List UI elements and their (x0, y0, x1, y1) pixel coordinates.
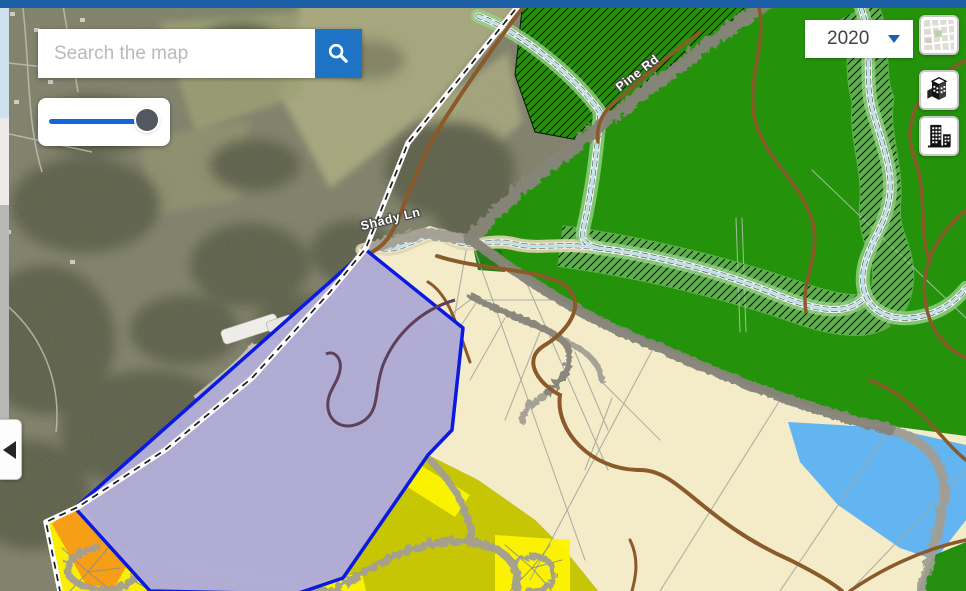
map-canvas[interactable] (0, 0, 966, 591)
map-viewer-app: Pine Rd Shady Ln 2020 (0, 0, 966, 591)
search-bar (38, 29, 362, 78)
basemap-gallery-icon (924, 20, 954, 50)
basemap-gallery-button[interactable] (919, 15, 959, 55)
panel-collapse-button[interactable] (0, 419, 22, 480)
search-input[interactable] (38, 29, 315, 78)
chevron-left-icon (3, 441, 16, 459)
opacity-slider-track[interactable] (49, 119, 150, 124)
collapsed-panel-edge-mid (0, 118, 9, 205)
buildings-button[interactable] (919, 116, 959, 156)
3d-buildings-icon (925, 76, 953, 104)
search-icon (327, 42, 350, 65)
3d-view-button[interactable] (919, 70, 959, 110)
collapsed-panel-edge-top (0, 8, 9, 118)
opacity-slider-handle[interactable] (136, 109, 158, 131)
search-button[interactable] (315, 29, 362, 78)
layer-opacity-card (38, 98, 170, 146)
year-dropdown[interactable]: 2020 (805, 20, 913, 58)
chevron-down-icon (888, 35, 900, 43)
buildings-icon (925, 122, 953, 150)
year-dropdown-value: 2020 (827, 28, 888, 50)
top-header-bar (0, 0, 966, 8)
